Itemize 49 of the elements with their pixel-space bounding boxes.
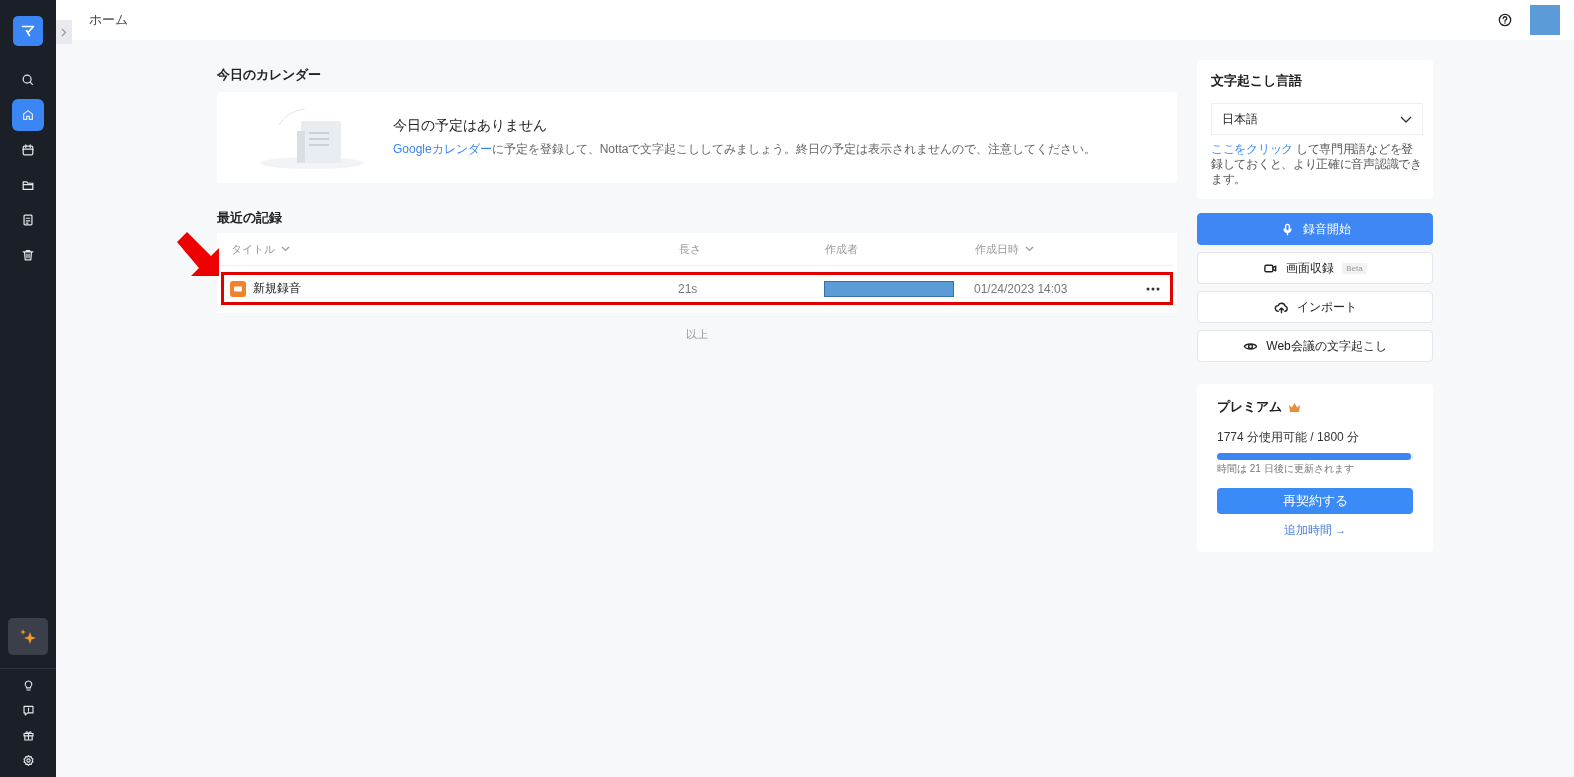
trash-icon: [21, 248, 35, 262]
calendar-icon: [21, 143, 35, 157]
home-icon: [21, 108, 35, 122]
video-recording-icon: [230, 280, 246, 297]
meeting-button[interactable]: Web会議の文字起こし: [1197, 330, 1433, 362]
column-header: 長さ: [679, 241, 702, 257]
chevron-down-icon: [1400, 115, 1412, 123]
list-end-text: 以上: [685, 327, 709, 342]
sort-column-header[interactable]: タイトル: [231, 241, 679, 257]
home-nav-button[interactable]: [12, 99, 44, 131]
usage-text: 1774 分使用可能 / 1800 分: [1217, 429, 1361, 446]
ai-assistant-button[interactable]: [8, 618, 48, 655]
more-icon: [1146, 286, 1160, 291]
search-icon: [21, 73, 35, 87]
app-logo-icon[interactable]: [13, 16, 43, 46]
renewal-note: 時間は 21 日後に更新されます: [1217, 462, 1355, 476]
duration-text: 21s: [678, 281, 698, 296]
language-select[interactable]: 日本語: [1211, 103, 1423, 135]
click-here-link[interactable]: ここをクリック: [1211, 142, 1293, 156]
sort-column-header[interactable]: 作成日時: [975, 241, 1135, 257]
column-header: 作成者: [825, 241, 859, 257]
notebook-icon: [21, 213, 35, 227]
card-heading: プレミアム: [1217, 398, 1282, 416]
section-heading: 今日のカレンダー: [217, 66, 322, 84]
sort-caret-icon: [1025, 246, 1034, 252]
add-time-link[interactable]: 追加時間 →: [1217, 523, 1413, 538]
sort-caret-icon: [281, 246, 290, 252]
crown-icon: [1288, 402, 1301, 412]
google-calendar-link[interactable]: Googleカレンダー: [393, 142, 492, 156]
recording-title: 新規録音: [253, 280, 301, 297]
renew-button[interactable]: 再契約する: [1217, 488, 1413, 514]
folder-icon: [21, 178, 35, 192]
breadcrumb[interactable]: ホーム: [89, 11, 128, 29]
vocabulary-hint-text: ここをクリック して専門用語などを登録しておくと、より正確に音声認識できます。: [1211, 142, 1423, 187]
section-heading: 最近の記録: [217, 209, 283, 227]
gift-icon: [21, 729, 35, 742]
settings-icon: [21, 754, 35, 767]
chevron-right-icon: [61, 27, 67, 37]
record-button[interactable]: 録音開始: [1197, 213, 1433, 245]
screen-button[interactable]: 画面収録 Beta: [1197, 252, 1433, 284]
recording-row[interactable]: 新規録音 21s 01/24/2023 14:03: [221, 272, 1173, 305]
feedback-icon: [21, 704, 35, 717]
beta-badge: Beta: [1342, 262, 1367, 274]
card-heading: 文字起こし言語: [1211, 72, 1303, 90]
empty-title: 今日の予定はありません: [393, 117, 548, 135]
calendar-hint-text: Googleカレンダーに予定を登録して、Nottaで文字起こししてみましょう。終日の予定は表示されませんので、注意してください。: [393, 141, 1097, 158]
created-date: 01/24/2023 14:03: [974, 281, 1068, 296]
help-icon[interactable]: [1498, 13, 1512, 27]
import-button[interactable]: インポート: [1197, 291, 1433, 323]
